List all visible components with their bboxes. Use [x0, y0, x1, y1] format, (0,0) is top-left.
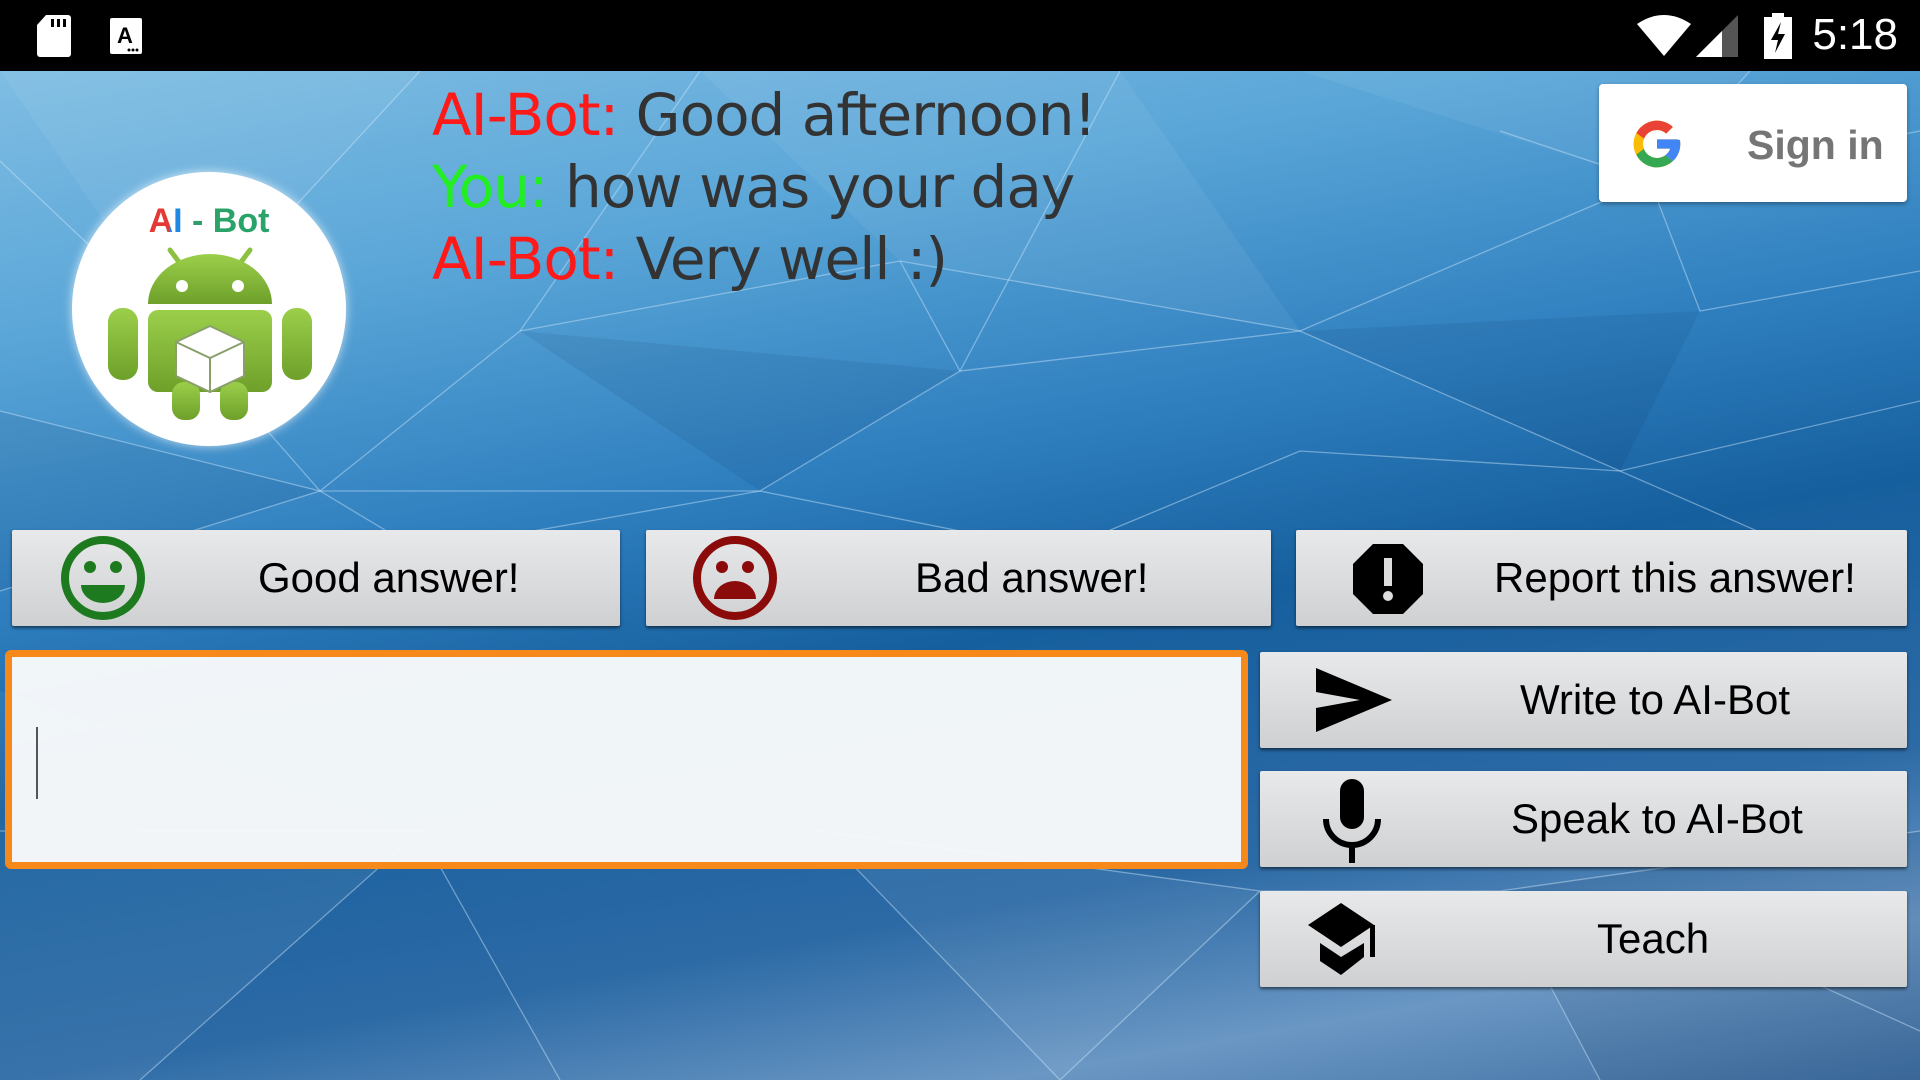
speak-to-ai-bot-label: Speak to AI-Bot: [1511, 795, 1803, 842]
logo-title: AI - Bot: [72, 202, 346, 241]
send-icon: [1316, 668, 1392, 732]
chat-screen: AI - Bot AI-Bot: Good afternoon! You: ho…: [0, 71, 1920, 1080]
chat-text: Good afternoon!: [618, 81, 1097, 149]
google-sign-in-button[interactable]: Sign in: [1599, 84, 1907, 202]
graduation-cap-icon: [1308, 903, 1375, 975]
bad-answer-button[interactable]: Bad answer!: [646, 530, 1271, 626]
message-input[interactable]: [5, 650, 1248, 869]
microphone-icon: [1323, 779, 1381, 863]
svg-text:A: A: [117, 23, 133, 48]
chat-speaker: AI-Bot:: [432, 225, 619, 293]
write-to-ai-bot-button[interactable]: Write to AI-Bot: [1260, 652, 1907, 748]
bad-answer-label: Bad answer!: [915, 554, 1149, 601]
ai-bot-logo: AI - Bot: [72, 172, 346, 446]
clock: 5:18: [1812, 10, 1898, 59]
wifi-icon: [1637, 15, 1691, 56]
chat-message: You: how was your day: [432, 151, 1096, 223]
logo-title-sep: -: [182, 202, 213, 240]
chat-transcript: AI-Bot: Good afternoon! You: how was you…: [432, 79, 1097, 295]
teach-button[interactable]: Teach: [1260, 891, 1907, 987]
report-octagon-icon: [1353, 544, 1423, 614]
battery-charging-icon: [1764, 13, 1792, 59]
good-answer-label: Good answer!: [258, 554, 520, 601]
sd-card-icon: [37, 15, 71, 57]
smiley-icon: [61, 536, 145, 620]
chat-text: how was your day: [547, 153, 1075, 221]
android-robot-icon: [108, 247, 312, 420]
sad-face-icon: [693, 536, 777, 620]
write-to-ai-bot-label: Write to AI-Bot: [1520, 676, 1790, 723]
chat-message: AI-Bot: Good afternoon!: [432, 79, 1097, 151]
status-bar: A 5:18: [0, 0, 1920, 71]
chat-speaker: You:: [432, 153, 549, 221]
text-caret: [36, 727, 38, 799]
good-answer-button[interactable]: Good answer!: [12, 530, 620, 626]
cell-signal-icon: [1696, 15, 1738, 57]
logo-title-ai: AI: [148, 202, 183, 240]
report-answer-button[interactable]: Report this answer!: [1296, 530, 1907, 626]
speak-to-ai-bot-button[interactable]: Speak to AI-Bot: [1260, 771, 1907, 867]
keyboard-a-icon: A: [110, 18, 142, 54]
report-answer-label: Report this answer!: [1494, 554, 1856, 601]
teach-label: Teach: [1597, 915, 1710, 962]
chat-message: AI-Bot: Very well :): [432, 223, 1096, 295]
logo-title-bot: Bot: [212, 202, 270, 240]
sign-in-label: Sign in: [1747, 122, 1884, 168]
chat-text: Very well :): [618, 225, 948, 293]
chat-speaker: AI-Bot:: [432, 81, 619, 149]
google-g-icon: [1633, 120, 1681, 168]
